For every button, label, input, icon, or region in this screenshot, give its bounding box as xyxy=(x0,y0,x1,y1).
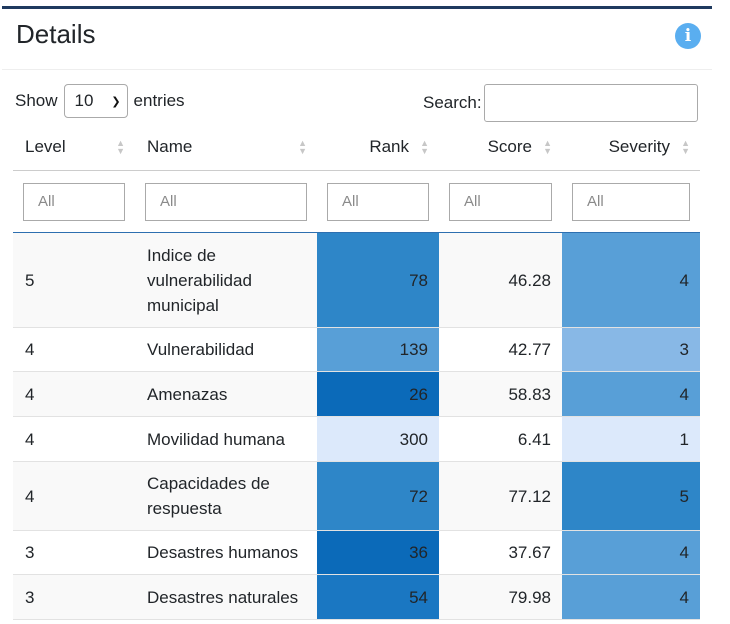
cell-level: 4 xyxy=(13,371,135,417)
cell-level: 3 xyxy=(13,530,135,575)
column-header-level[interactable]: Level ▲ ▼ xyxy=(13,124,135,171)
cell-name: Vulnerabilidad xyxy=(135,327,317,372)
cell-name: Capacidades de respuesta xyxy=(135,461,317,531)
sort-icon: ▲ ▼ xyxy=(116,138,125,156)
sort-icon: ▲ ▼ xyxy=(681,138,690,156)
cell-score: 46.28 xyxy=(439,232,562,328)
table-row: 3 Desastres humanos 36 37.67 4 xyxy=(13,530,700,575)
filter-score-input[interactable]: All xyxy=(449,182,552,221)
column-header-severity-label: Severity xyxy=(608,137,670,156)
filter-cell: All xyxy=(439,170,562,233)
table-body: 5 Indice de vulnerabilidad municipal 78 46.… xyxy=(13,232,700,620)
sort-icon: ▲ ▼ xyxy=(298,138,307,156)
search-label: Search: xyxy=(423,93,482,112)
cell-score: 58.83 xyxy=(439,371,562,417)
filter-cell: All xyxy=(562,170,700,233)
entries-select[interactable]: 10 ❯ xyxy=(63,84,128,118)
table-row: 4 Capacidades de respuesta 72 77.12 5 xyxy=(13,461,700,531)
cell-rank: 26 xyxy=(317,371,439,417)
header-row: Level ▲ ▼ Name ▲ ▼ Rank ▲ ▼ Score ▲ ▼ Severi… xyxy=(13,124,700,171)
card-header: Details i xyxy=(2,9,712,70)
info-circle-icon[interactable]: i xyxy=(675,23,701,49)
column-header-rank-label: Rank xyxy=(369,137,409,156)
cell-severity: 5 xyxy=(562,461,700,531)
column-header-level-label: Level xyxy=(25,137,66,156)
cell-name: Movilidad humana xyxy=(135,416,317,462)
cell-name: Desastres humanos xyxy=(135,530,317,575)
cell-score: 77.12 xyxy=(439,461,562,531)
cell-rank: 72 xyxy=(317,461,439,531)
filter-rank-input[interactable]: All xyxy=(327,182,429,221)
card-title: Details xyxy=(16,19,96,49)
column-header-name-label: Name xyxy=(147,137,193,156)
cell-severity: 4 xyxy=(562,574,700,620)
cell-name: Desastres naturales xyxy=(135,574,317,620)
filter-cell: All xyxy=(13,170,135,233)
cell-score: 37.67 xyxy=(439,530,562,575)
column-header-score-label: Score xyxy=(487,137,532,156)
filter-cell: All xyxy=(317,170,439,233)
column-header-severity[interactable]: Severity ▲ ▼ xyxy=(562,124,700,171)
chevron-down-icon: ❯ xyxy=(111,95,121,108)
cell-severity: 3 xyxy=(562,327,700,372)
cell-name: Amenazas xyxy=(135,371,317,417)
cell-rank: 300 xyxy=(317,416,439,462)
show-label: Show xyxy=(15,91,58,110)
cell-rank: 139 xyxy=(317,327,439,372)
table-row: 5 Indice de vulnerabilidad municipal 78 46.… xyxy=(13,232,700,328)
cell-level: 4 xyxy=(13,327,135,372)
search-input[interactable] xyxy=(483,84,698,122)
table-row: 4 Movilidad humana 300 6.41 1 xyxy=(13,416,700,462)
cell-level: 4 xyxy=(13,416,135,462)
sort-icon: ▲ ▼ xyxy=(543,138,552,156)
column-header-rank[interactable]: Rank ▲ ▼ xyxy=(317,124,439,171)
filter-level-input[interactable]: All xyxy=(23,182,125,221)
cell-severity: 4 xyxy=(562,530,700,575)
filter-row: All All All All All xyxy=(13,170,700,233)
entries-select-value: 10 xyxy=(74,91,94,110)
entries-label: entries xyxy=(133,91,185,110)
cell-level: 3 xyxy=(13,574,135,620)
sort-icon: ▲ ▼ xyxy=(420,138,429,156)
entries-length-control: Show 10 ❯ entries xyxy=(15,84,185,118)
cell-severity: 4 xyxy=(562,371,700,417)
cell-score: 6.41 xyxy=(439,416,562,462)
details-table: Level ▲ ▼ Name ▲ ▼ Rank ▲ ▼ Score ▲ ▼ Severi… xyxy=(13,124,700,620)
cell-level: 4 xyxy=(13,461,135,531)
cell-rank: 78 xyxy=(317,232,439,328)
column-header-name[interactable]: Name ▲ ▼ xyxy=(135,124,317,171)
table-row: 3 Desastres naturales 54 79.98 4 xyxy=(13,574,700,620)
cell-score: 79.98 xyxy=(439,574,562,620)
cell-score: 42.77 xyxy=(439,327,562,372)
column-header-score[interactable]: Score ▲ ▼ xyxy=(439,124,562,171)
cell-rank: 54 xyxy=(317,574,439,620)
cell-rank: 36 xyxy=(317,530,439,575)
filter-severity-input[interactable]: All xyxy=(572,182,690,221)
table-row: 4 Vulnerabilidad 139 42.77 3 xyxy=(13,327,700,372)
cell-name: Indice de vulnerabilidad municipal xyxy=(135,232,317,328)
cell-level: 5 xyxy=(13,232,135,328)
filter-cell: All xyxy=(135,170,317,233)
cell-severity: 1 xyxy=(562,416,700,462)
cell-severity: 4 xyxy=(562,232,700,328)
filter-name-input[interactable]: All xyxy=(145,182,307,221)
search-control: Search: xyxy=(423,84,698,122)
table-row: 4 Amenazas 26 58.83 4 xyxy=(13,371,700,417)
